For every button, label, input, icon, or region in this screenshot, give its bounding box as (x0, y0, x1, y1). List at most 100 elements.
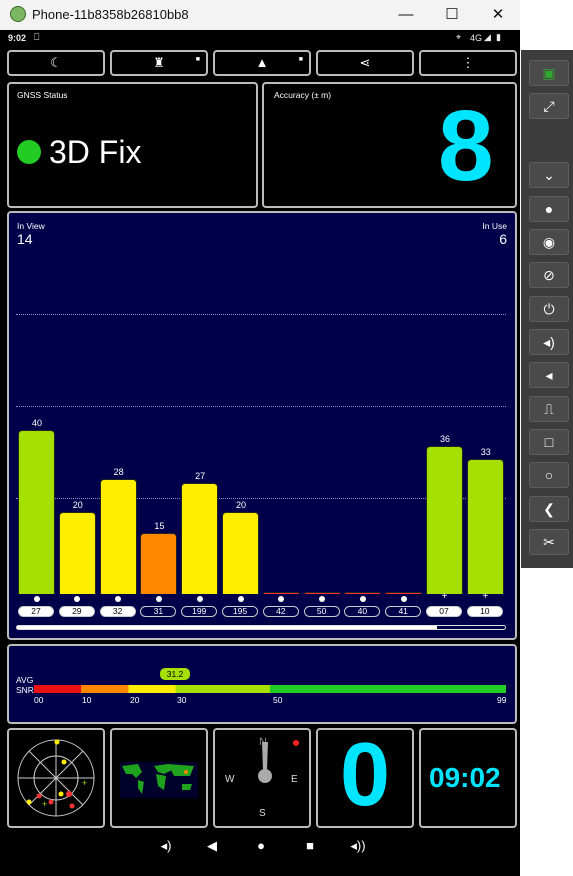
constellation-plus-icon: + (441, 591, 448, 602)
snr-gradient-scale (34, 685, 506, 693)
compass-needle-icon (258, 742, 272, 783)
screenshot-icon[interactable]: ✂ (529, 529, 569, 555)
signal-bar (466, 458, 504, 594)
satellite-count-value: 0 (340, 725, 391, 825)
window-title: Phone-11b8358b26810bb8 (32, 7, 189, 22)
signal-bar (99, 479, 137, 594)
signal-bar (18, 430, 55, 594)
signal-bar-value: 20 (72, 500, 83, 510)
snr-tick-50: 50 (273, 695, 283, 705)
back-icon[interactable]: ❮ (529, 496, 569, 522)
back-nav-icon[interactable]: ◀ (202, 838, 222, 854)
satellite-id-label: 199 (181, 606, 218, 617)
lock-icon: ■ (298, 56, 303, 63)
collapse-icon[interactable]: ⌄ (529, 162, 569, 188)
fix-indicator-dot (17, 140, 41, 164)
sky-plot-widget[interactable]: + + (7, 728, 105, 828)
accuracy-value: 8 (438, 90, 494, 202)
in-use-count: 6 (499, 231, 507, 247)
sats-filter-button[interactable]: ♜ ■ (110, 50, 208, 76)
satellite-id-label: 29 (58, 606, 95, 617)
snr-average-badge: 31.2 (160, 668, 190, 680)
compass-satellite-dot (293, 740, 299, 746)
fullscreen-icon[interactable]: ⤢ (529, 93, 569, 119)
overview-icon[interactable]: □ (529, 429, 569, 455)
constellation-dot-icon (33, 596, 40, 602)
satellite-id-label: 50 (303, 606, 340, 617)
eye-hidden-icon[interactable]: ⊘ (529, 262, 569, 288)
power-icon[interactable]: ⏻ (529, 296, 569, 322)
chart-scrollbar-thumb[interactable] (17, 626, 437, 629)
minimize-button[interactable]: — (383, 2, 429, 28)
record-icon[interactable]: ● (529, 196, 569, 222)
home-nav-icon[interactable]: ● (251, 838, 271, 853)
rotate-icon[interactable]: ⎍ (529, 396, 569, 422)
in-view-count: 14 (17, 231, 33, 247)
android-status-bar: 9:02 ⎕ ⌖ 4G ◢ ▮ (0, 31, 520, 47)
in-use-label: In Use (482, 221, 507, 231)
compass-west: W (225, 774, 235, 785)
sky-plot-graphic: + + (17, 739, 95, 817)
signal-bar (385, 592, 423, 594)
location-icon: ⌖ (456, 32, 462, 42)
constellation-dot-icon (196, 596, 203, 602)
lock-icon: ■ (195, 56, 200, 63)
svg-text:+: + (82, 778, 87, 788)
snr-tick-10: 10 (82, 695, 92, 705)
eye-icon[interactable]: ◉ (529, 229, 569, 255)
svg-text:+: + (42, 799, 47, 809)
more-vert-icon: ⋮ (461, 55, 475, 70)
signal-bar (344, 592, 382, 594)
volume-up-icon[interactable]: ◂) (529, 329, 569, 355)
status-time: 9:02 (8, 33, 27, 43)
close-button[interactable]: ✕ (475, 2, 521, 28)
recents-nav-icon[interactable]: ■ (300, 838, 320, 853)
chart-scrollbar[interactable] (16, 625, 506, 630)
signal-bar-value: 20 (235, 500, 246, 510)
snr-tick-99: 99 (497, 695, 507, 705)
satellite-id-label: 27 (18, 606, 54, 617)
constellation-dot-icon (359, 596, 366, 602)
snr-panel (7, 644, 517, 724)
accuracy-label: Accuracy (± m) (274, 90, 332, 100)
signal-bar-value: 33 (480, 446, 491, 457)
night-mode-button[interactable]: ☾ (7, 50, 105, 76)
share-icon: ⋖ (359, 55, 371, 70)
sd-card-icon: ⎕ (34, 32, 40, 42)
overflow-menu-button[interactable]: ⋮ (419, 50, 517, 76)
satellite-id-label: 31 (140, 606, 177, 617)
compass-widget[interactable]: N E S W (213, 728, 311, 828)
signal-bar (140, 532, 178, 594)
clock-value: 09:02 (429, 762, 501, 793)
gnss-status-panel: GNSS Status 3D Fix (7, 82, 258, 208)
world-map-widget[interactable] (110, 728, 208, 828)
signal-bar (222, 512, 259, 594)
signal-bar (58, 512, 96, 594)
snr-label: SNR (16, 685, 34, 695)
share-button[interactable]: ⋖ (316, 50, 414, 76)
compass-east: E (291, 774, 298, 785)
clock-widget[interactable]: 09:02 (419, 728, 517, 828)
signal-bar (181, 483, 219, 594)
home-icon[interactable]: ○ (529, 462, 569, 488)
signal-bar-value: 15 (154, 520, 165, 531)
navigate-button[interactable]: ▲ ■ (213, 50, 311, 76)
volume-down-icon[interactable]: ◂ (529, 362, 569, 388)
satellite-id-label: 41 (385, 606, 422, 617)
moon-icon: ☾ (50, 55, 62, 70)
satellite-id-label: 07 (426, 606, 462, 617)
signal-bar-value: 40 (31, 418, 42, 428)
satellite-id-label: 10 (466, 606, 503, 617)
volume-up-nav-icon[interactable]: ◂)) (348, 838, 368, 854)
volume-down-nav-icon[interactable]: ◂) (156, 838, 176, 854)
maximize-button[interactable]: ☐ (429, 2, 475, 28)
accuracy-panel: Accuracy (± m) 8 (262, 82, 517, 208)
signal-bar-value: 36 (439, 434, 450, 445)
emulator-android-icon[interactable]: ▣ (529, 60, 569, 86)
navigation-arrow-icon: ▲ (255, 55, 269, 70)
satellite-id-label: 40 (344, 606, 381, 617)
avg-label: AVG (16, 675, 34, 685)
satellite-count-widget[interactable]: 0 (316, 725, 414, 828)
in-view-label: In View (17, 221, 45, 231)
gridline-40 (16, 314, 506, 315)
